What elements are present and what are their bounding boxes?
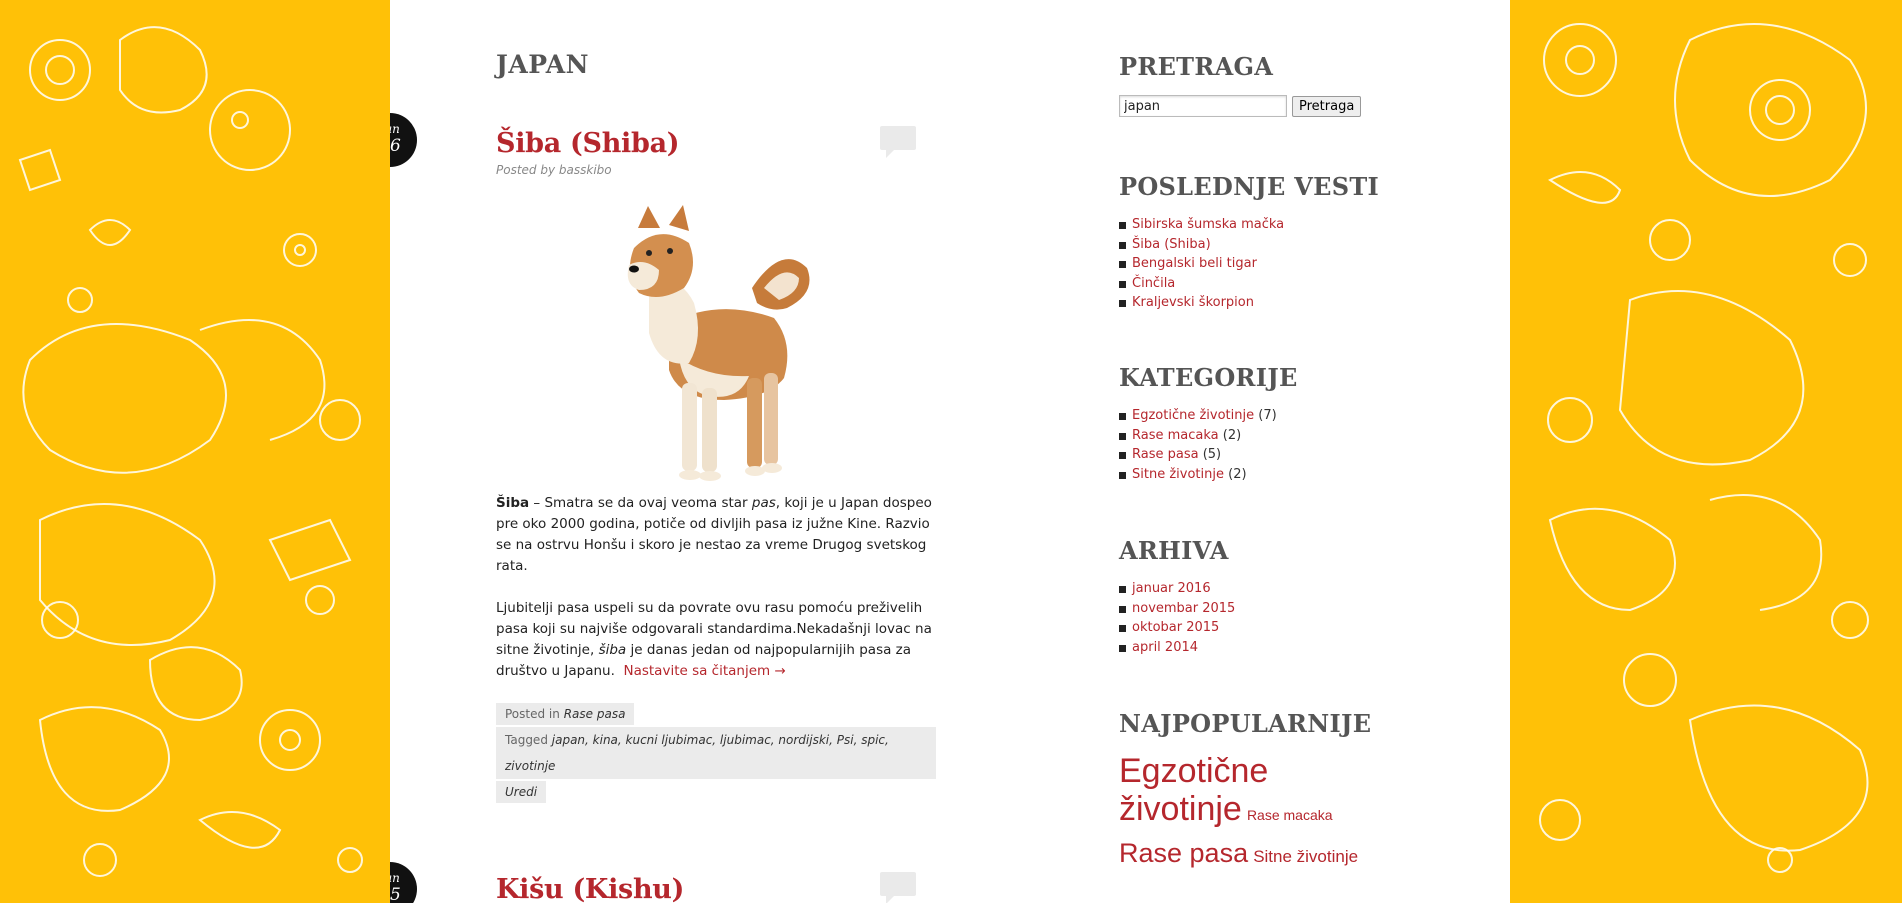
list-item: Kraljevski škorpion [1119,293,1419,313]
list-item: Egzotične životinje (7) [1119,406,1419,426]
archive-link[interactable]: novembar 2015 [1132,601,1235,616]
categories-widget: KATEGORIJE Egzotične životinje (7) Rase … [1119,363,1419,484]
tagged-label: Tagged [505,733,548,747]
tag-cloud-link[interactable]: Egzotične životinje [1119,752,1268,828]
recent-post-link[interactable]: Činčila [1132,276,1175,291]
archive-list: januar 2016 novembar 2015 oktobar 2015 a… [1119,579,1419,657]
post-body-bold: Šiba [496,495,530,511]
recent-post-link[interactable]: Kraljevski škorpion [1132,295,1254,310]
post-title[interactable]: Šiba (Shiba) [496,128,936,159]
tag-cloud-link[interactable]: Sitne životinje [1253,847,1358,866]
search-button[interactable]: Pretraga [1292,95,1362,117]
archive-link[interactable]: januar 2016 [1132,581,1211,596]
recent-post-link[interactable]: Sibirska šumska mačka [1132,217,1284,232]
posted-in-label: Posted in [505,707,560,721]
list-item: novembar 2015 [1119,599,1419,619]
tag-cloud-link[interactable]: Rase pasa [1119,838,1248,868]
category-link[interactable]: Rase pasa [564,707,626,721]
read-more-link[interactable]: Nastavite sa čitanjem → [623,663,785,679]
post-paragraph-1: Šiba – Smatra se da ovaj veoma star pas,… [496,493,936,577]
post-date-badge: Jan 26 [390,113,417,167]
author-link[interactable]: basskibo [559,163,612,177]
byline-prefix: Posted by [496,163,556,177]
post-meta: Posted in Rase pasa Tagged japan, kina, … [496,703,936,805]
list-item: oktobar 2015 [1119,618,1419,638]
list-item: Bengalski beli tigar [1119,254,1419,274]
comment-bubble-icon[interactable] [880,872,916,903]
post-title[interactable]: Kišu (Kishu) [496,874,936,903]
list-item: Rase macaka (2) [1119,426,1419,446]
category-link[interactable]: Egzotične životinje [1132,408,1254,423]
archive-widget: ARHIVA januar 2016 novembar 2015 oktobar… [1119,536,1419,657]
list-item: januar 2016 [1119,579,1419,599]
background-pattern-left [0,0,390,903]
edit-link[interactable]: Uredi [505,785,537,799]
post-article: Kišu (Kishu) [496,872,936,903]
widget-title: PRETRAGA [1119,52,1274,81]
background-pattern-right [1510,0,1902,903]
categories-list: Egzotične životinje (7) Rase macaka (2) … [1119,406,1419,484]
posted-in-row: Posted in Rase pasa [496,703,635,725]
shiba-dog-image [614,193,814,493]
archive-title: JAPAN [496,50,589,79]
post-date-badge: Jan 25 [390,862,417,903]
post-byline: Posted by basskibo [496,163,936,177]
post-paragraph-2: Ljubitelji pasa uspeli su da povrate ovu… [496,598,936,682]
recent-posts-widget: POSLEDNJE VESTI Sibirska šumska mačka Ši… [1119,172,1419,313]
category-count: (5) [1202,447,1222,462]
list-item: Sibirska šumska mačka [1119,215,1419,235]
edit-row: Uredi [496,781,547,803]
archive-link[interactable]: oktobar 2015 [1132,620,1219,635]
search-input[interactable] [1119,95,1287,117]
category-link[interactable]: Rase pasa [1132,447,1199,462]
post-text: – Smatra se da ovaj veoma star [529,495,752,511]
tag-links[interactable]: japan, kina, kucni ljubimac, ljubimac, n… [505,733,889,773]
widget-title: ARHIVA [1119,536,1229,565]
category-count: (2) [1222,427,1242,443]
tag-cloud-link[interactable]: Rase macaka [1247,807,1333,823]
list-item: Šiba (Shiba) [1119,235,1419,255]
comment-bubble-icon[interactable] [880,126,916,158]
popular-tags-widget: NAJPOPULARNIJE Egzotične životinje Rase … [1119,709,1419,876]
widget-title: KATEGORIJE [1119,363,1298,392]
post-article: Šiba (Shiba) Posted by basskibo Šiba – S… [496,126,936,805]
widget-title: POSLEDNJE VESTI [1119,172,1380,201]
post-date-month: Jan [390,871,400,885]
category-link[interactable]: Sitne životinje [1132,467,1224,482]
category-count: (2) [1228,466,1247,482]
post-body: Šiba – Smatra se da ovaj veoma star pas,… [496,493,936,682]
post-date-month: Jan [390,122,400,136]
list-item: Sitne životinje (2) [1119,465,1419,485]
category-count: (7) [1258,408,1277,423]
recent-post-link[interactable]: Šiba (Shiba) [1132,237,1211,252]
content-page: JAPAN Jan 26 Šiba (Shiba) Posted by bass… [390,0,1510,903]
post-date-day: 26 [390,136,401,156]
search-widget: PRETRAGA Pretraga [1119,52,1419,117]
post-text-italic: šiba [598,642,627,658]
category-link[interactable]: Rase macaka [1132,428,1219,443]
widget-title: NAJPOPULARNIJE [1119,709,1372,738]
post-text-italic: pas [751,495,776,511]
post-date-day: 25 [390,885,401,903]
recent-post-link[interactable]: Bengalski beli tigar [1132,256,1257,271]
list-item: april 2014 [1119,638,1419,658]
archive-link[interactable]: april 2014 [1132,640,1198,655]
list-item: Rase pasa (5) [1119,445,1419,465]
recent-posts-list: Sibirska šumska mačka Šiba (Shiba) Benga… [1119,215,1419,313]
search-form: Pretraga [1119,95,1419,117]
tag-cloud: Egzotične životinje Rase macaka Rase pas… [1119,752,1389,876]
tags-row: Tagged japan, kina, kucni ljubimac, ljub… [496,727,936,779]
list-item: Činčila [1119,274,1419,294]
